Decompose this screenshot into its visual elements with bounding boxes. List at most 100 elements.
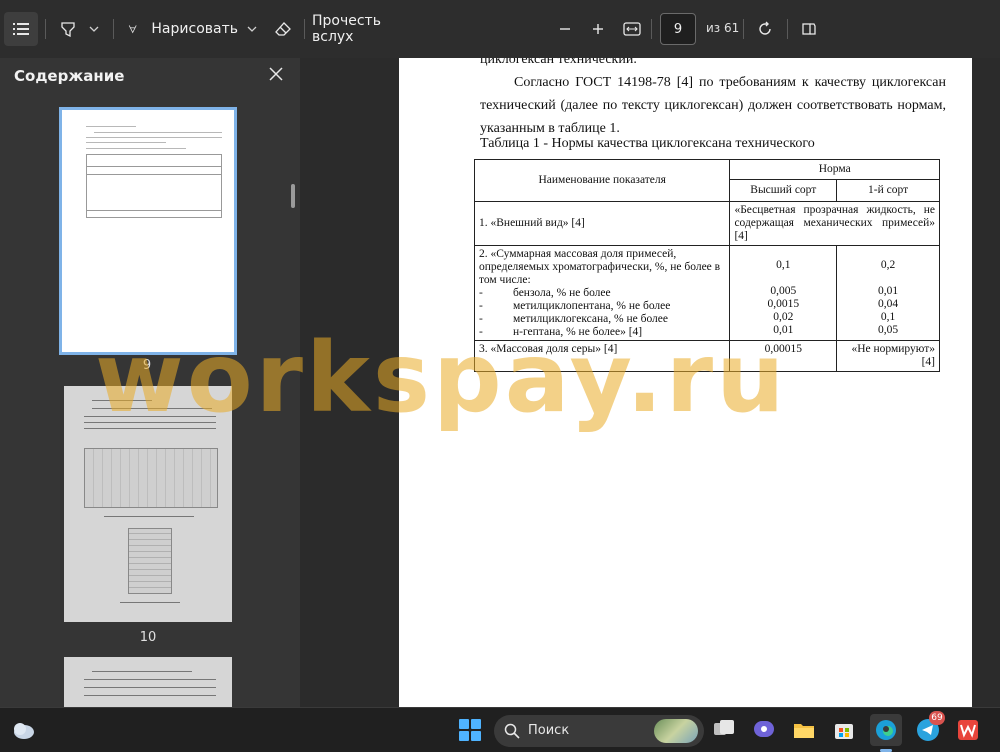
- thumbnail-page-number: 9: [142, 358, 152, 373]
- thumbnail-text-line: [86, 142, 166, 143]
- table-cell: 2. «Суммарная массовая доля примесей, оп…: [473, 245, 731, 341]
- taskbar-search[interactable]: Поиск: [494, 715, 704, 747]
- page-view-button[interactable]: [796, 12, 822, 46]
- table-subrow: - бензола, % не более: [479, 287, 725, 300]
- thumbnail-text-line: [92, 671, 192, 672]
- list-icon: [13, 23, 29, 35]
- fit-width-icon: [623, 22, 641, 36]
- table-value: 0,0015: [767, 298, 800, 310]
- minus-icon: [560, 28, 570, 30]
- table-value: 0,1: [776, 259, 791, 271]
- edge-icon[interactable]: [870, 714, 902, 746]
- table-cell-text: н-гептана, % не более» [4]: [513, 326, 643, 338]
- thumbnail-text-line: [84, 687, 216, 688]
- table-cell: «Бесцветная прозрачная жидкость, не соде…: [729, 201, 940, 246]
- zoom-out-button[interactable]: [554, 12, 576, 46]
- highlight-dropdown[interactable]: [84, 12, 104, 46]
- start-icon[interactable]: [458, 718, 482, 742]
- office-icon[interactable]: [956, 718, 980, 742]
- page-thumbnail-10[interactable]: [64, 386, 232, 622]
- read-aloud-button[interactable]: Прочесть вслух: [312, 12, 422, 46]
- plus-icon: [593, 24, 603, 34]
- task-view-icon[interactable]: [712, 718, 736, 742]
- draw-button[interactable]: Нарисовать: [128, 12, 238, 46]
- chat-icon[interactable]: [752, 718, 776, 742]
- table-value: 0,01: [773, 324, 794, 336]
- table-value: 0,02: [773, 311, 794, 323]
- weather-icon[interactable]: [10, 717, 34, 741]
- thumbnail-text-line: [86, 126, 136, 127]
- table-cell-text: 2. «Суммарная массовая доля примесей, оп…: [479, 248, 721, 286]
- search-highlight-image: [654, 719, 698, 743]
- table-cell: 1. «Внешний вид» [4]: [473, 201, 731, 246]
- table-header-top-grade: Высший сорт: [729, 179, 838, 202]
- highlight-button[interactable]: [56, 12, 80, 46]
- pen-icon: [128, 25, 137, 34]
- toolbar-separator: [45, 19, 46, 39]
- contents-title: Содержание: [14, 67, 125, 85]
- thumbnail-page-number: 10: [139, 630, 157, 645]
- contents-panel: Содержание 9 10: [0, 58, 300, 707]
- draw-dropdown[interactable]: [242, 12, 262, 46]
- document-viewer[interactable]: циклогексан технический. Согласно ГОСТ 1…: [300, 58, 1000, 707]
- table-cell: 3. «Массовая доля серы» [4]: [473, 340, 731, 372]
- store-icon[interactable]: [832, 718, 856, 742]
- page-thumbnail-11[interactable]: [64, 657, 232, 707]
- table-header-norm: Норма: [729, 159, 940, 180]
- thumbnail-text-line: [86, 166, 222, 167]
- table-cell-text: бензола, % не более: [513, 287, 611, 299]
- thumbnail-drawing: [84, 448, 218, 508]
- page-thumbnail-9[interactable]: [59, 107, 237, 355]
- close-icon: [269, 67, 283, 81]
- table-value: 0,04: [878, 298, 899, 310]
- highlighter-icon: [61, 22, 75, 37]
- table-cell: «Не нормируют» [4]: [836, 340, 940, 372]
- thumbnail-text-line: [104, 516, 194, 517]
- table-cell: 0,00015: [729, 340, 838, 372]
- read-aloud-label: Прочесть вслух: [312, 13, 381, 45]
- thumbnail-text-line: [86, 137, 222, 138]
- table-value: 0,1: [880, 311, 896, 323]
- chevron-down-icon: [89, 26, 99, 32]
- erase-button[interactable]: [270, 12, 296, 46]
- thumbnail-text-line: [94, 132, 222, 133]
- search-label: Поиск: [528, 723, 570, 738]
- thumbnail-text-line: [86, 148, 186, 149]
- thumbnail-text-line: [86, 210, 222, 211]
- table-value: 0,2: [880, 259, 896, 271]
- document-paragraph: Согласно ГОСТ 14198-78 [4] по требования…: [480, 75, 946, 136]
- contents-toggle-button[interactable]: [4, 12, 38, 46]
- table-cell-text: метилциклогексана, % не более: [513, 313, 668, 325]
- chevron-down-icon: [247, 26, 257, 32]
- table-cell: 0,2 0,01 0,04 0,1 0,05: [836, 245, 940, 341]
- rotate-button[interactable]: [752, 12, 778, 46]
- page-number-input[interactable]: 9: [660, 13, 696, 45]
- toolbar: Нарисовать Прочесть вслух 9 из 61: [0, 0, 1000, 58]
- rotate-icon: [759, 21, 771, 35]
- page-number-value: 9: [673, 21, 683, 37]
- notification-badge: 69: [929, 711, 945, 725]
- zoom-in-button[interactable]: [587, 12, 609, 46]
- document-page: циклогексан технический. Согласно ГОСТ 1…: [399, 58, 972, 707]
- table-value: 0,01: [878, 285, 899, 297]
- toolbar-separator: [651, 19, 652, 39]
- document-line: циклогексан технический.: [480, 58, 637, 67]
- thumbnail-legend: [128, 528, 172, 594]
- two-page-icon: [802, 23, 816, 35]
- thumbnail-scrollbar[interactable]: [291, 184, 295, 208]
- table-subrow: - н-гептана, % не более» [4]: [479, 326, 725, 339]
- toolbar-separator: [113, 19, 114, 39]
- fit-width-button[interactable]: [620, 12, 644, 46]
- close-contents-button[interactable]: [265, 63, 287, 85]
- thumbnail-text-line: [84, 422, 216, 423]
- toolbar-separator: [743, 19, 744, 39]
- toolbar-separator: [304, 19, 305, 39]
- thumbnail-text-line: [84, 416, 216, 417]
- table-row: 3. «Массовая доля серы» [4] 0,00015 «Не …: [473, 340, 940, 372]
- thumbnail-text-line: [86, 174, 222, 175]
- table-subrow: - метилциклогексана, % не более: [479, 313, 725, 326]
- file-explorer-icon[interactable]: [792, 718, 816, 742]
- thumbnail-text-line: [92, 408, 212, 409]
- thumbnail-text-line: [84, 695, 216, 696]
- norms-table: Наименование показателя Норма Высший сор…: [473, 159, 940, 372]
